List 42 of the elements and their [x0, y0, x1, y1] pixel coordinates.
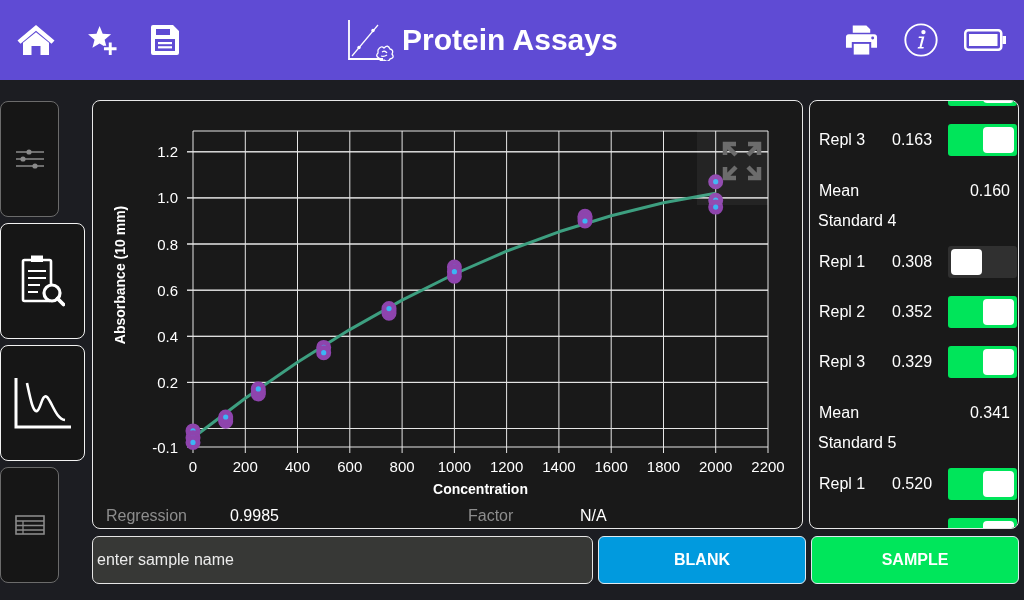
axis-tick-label: 0.6 [157, 281, 178, 299]
standard-heading: Standard 4 [818, 211, 897, 231]
axis-tick-label: 400 [285, 458, 310, 475]
axis-tick-label: 1600 [594, 458, 628, 475]
axis-tick-label: 0.4 [157, 327, 178, 345]
replicate-label: Repl 1 [819, 252, 867, 272]
replicate-value: 0.352 [892, 302, 933, 322]
standard-heading: Standard 5 [818, 433, 897, 453]
axis-tick-label: 1.0 [157, 189, 178, 207]
axis-tick-label: 600 [337, 458, 363, 475]
mean-value: 0.341 [969, 403, 1010, 423]
mean-value: 0.160 [969, 181, 1010, 201]
replicate-value: 0.308 [892, 252, 933, 272]
axis-tick-label: 1400 [542, 458, 576, 475]
mean-label: Mean [819, 403, 860, 423]
replicate-value: 0.329 [892, 352, 933, 372]
axis-tick-label: 2000 [699, 458, 733, 475]
axis-tick-label: 1.2 [157, 143, 178, 161]
axis-tick-label: 1800 [646, 458, 681, 475]
axis-tick-label: 1000 [437, 458, 472, 475]
axis-tick-label: 200 [232, 458, 258, 475]
axis-tick-label: -0.1 [152, 438, 178, 456]
axis-title: Concentration [433, 481, 528, 497]
stat-value: N/A [580, 506, 608, 526]
axis-tick-label: 0.8 [157, 235, 178, 253]
stat-label: Regression [106, 506, 188, 526]
axis-tick-label: 2200 [751, 458, 785, 475]
axis-title: Absorbance (10 mm) [112, 205, 128, 345]
replicate-label: Repl 3 [819, 130, 867, 150]
mean-label: Mean [819, 181, 860, 201]
app-title: Protein Assays [402, 22, 618, 58]
replicate-value: 0.163 [892, 130, 933, 150]
axis-tick-label: 800 [389, 458, 415, 475]
replicate-value: 0.520 [892, 474, 933, 494]
axis-tick-label: 0.2 [157, 373, 178, 391]
stat-label: Factor [468, 506, 515, 526]
replicate-label: Repl 2 [819, 302, 867, 322]
axis-tick-label: 1200 [489, 458, 524, 475]
replicate-label: Repl 3 [819, 352, 867, 372]
axis-tick-label: 0 [188, 458, 198, 475]
stat-value: 0.9985 [230, 506, 280, 526]
replicate-label: Repl 1 [819, 474, 867, 494]
